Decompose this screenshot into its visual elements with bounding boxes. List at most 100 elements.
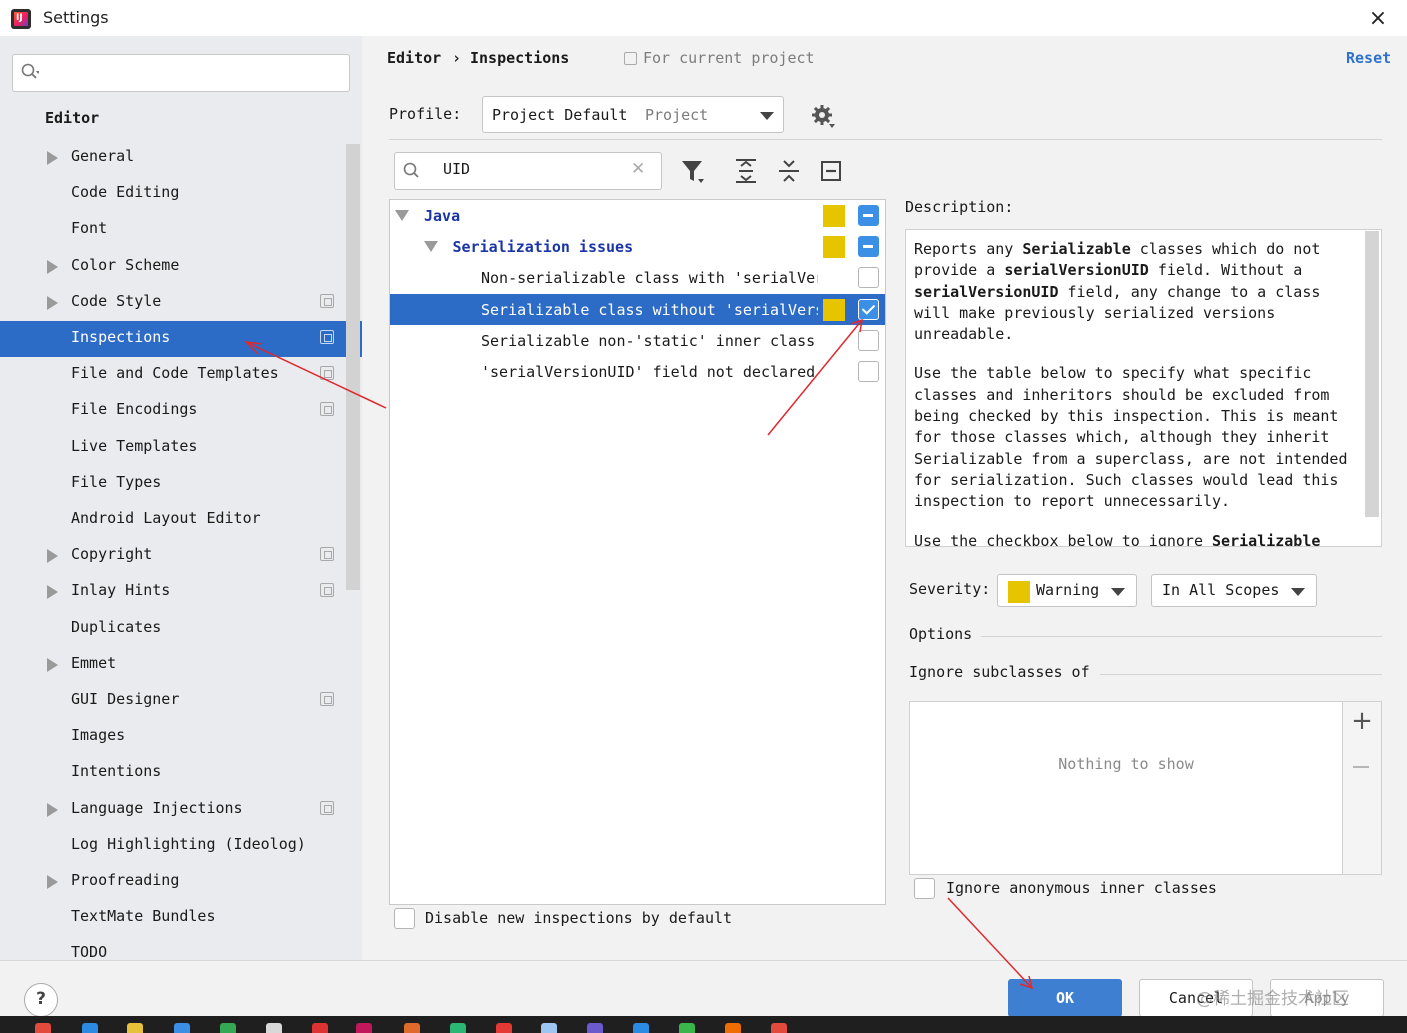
- sidebar-item[interactable]: Code Style: [0, 285, 362, 321]
- expand-arrow-icon[interactable]: [47, 875, 58, 889]
- app-taskbar-icon[interactable]: [725, 1023, 741, 1033]
- expand-arrow-icon[interactable]: [47, 802, 58, 817]
- disable-new-inspections-checkbox[interactable]: [394, 908, 415, 929]
- collapse-all-icon[interactable]: [776, 157, 802, 185]
- chrome-taskbar-icon[interactable]: [771, 1023, 787, 1033]
- messenger-taskbar-icon[interactable]: [174, 1023, 190, 1033]
- disable-new-inspections-label[interactable]: Disable new inspections by default: [425, 909, 732, 927]
- sidebar-scrollbar[interactable]: [346, 144, 360, 590]
- close-icon[interactable]: ×: [1367, 8, 1389, 30]
- inspection-enabled-checkbox[interactable]: [858, 361, 879, 382]
- reset-link[interactable]: Reset: [1346, 49, 1391, 67]
- expand-arrow-icon[interactable]: [47, 549, 58, 564]
- sidebar-item[interactable]: Inlay Hints: [0, 574, 362, 610]
- profile-select[interactable]: Project Default Project: [482, 96, 784, 133]
- sidebar-item[interactable]: General: [0, 140, 362, 176]
- add-icon[interactable]: +: [1351, 708, 1373, 734]
- app-taskbar-icon[interactable]: [220, 1023, 236, 1033]
- sidebar-item-label: Log Highlighting (Ideolog): [71, 834, 306, 853]
- sidebar-item[interactable]: Emmet: [0, 647, 362, 683]
- sidebar-item[interactable]: Images: [0, 719, 362, 755]
- sidebar-item[interactable]: Copyright: [0, 538, 362, 574]
- description-code-term: serialVersionUID: [914, 282, 1059, 301]
- settings-search-input[interactable]: [12, 54, 350, 92]
- collapse-arrow-icon[interactable]: [395, 210, 409, 221]
- app-taskbar-icon[interactable]: [496, 1023, 512, 1033]
- ok-button[interactable]: OK: [1008, 979, 1122, 1017]
- inspection-label: Java: [424, 207, 461, 225]
- expand-arrow-icon[interactable]: [47, 295, 58, 310]
- inspection-row[interactable]: Serialization issues: [390, 231, 885, 262]
- severity-value: Warning: [1036, 581, 1100, 599]
- ignore-anonymous-label[interactable]: Ignore anonymous inner classes: [946, 879, 1217, 897]
- intellij-taskbar-icon[interactable]: [356, 1023, 372, 1033]
- notes-taskbar-icon[interactable]: [127, 1023, 143, 1033]
- git-taskbar-icon[interactable]: [404, 1023, 420, 1033]
- sidebar-item[interactable]: Live Templates: [0, 430, 362, 466]
- inspection-filter-input[interactable]: UID ✕: [394, 152, 662, 190]
- remove-icon[interactable]: [1353, 766, 1369, 768]
- title-bar: Settings ×: [0, 0, 1407, 36]
- sidebar-item[interactable]: GUI Designer: [0, 683, 362, 719]
- expand-arrow-icon[interactable]: [47, 259, 58, 274]
- watermark: @稀土掘金技术社区: [1196, 989, 1349, 1009]
- inspection-row[interactable]: Java: [390, 200, 885, 231]
- chrome-taskbar-icon[interactable]: [35, 1023, 51, 1033]
- description-paragraph: Use the checkbox below to ignore Seriali…: [914, 531, 1354, 546]
- sidebar-item[interactable]: Android Layout Editor: [0, 502, 362, 538]
- header-divider: [389, 139, 1382, 140]
- inspection-enabled-checkbox[interactable]: [858, 298, 879, 320]
- severity-select[interactable]: Warning: [997, 574, 1137, 607]
- expand-arrow-icon[interactable]: [47, 585, 58, 600]
- inspection-enabled-checkbox[interactable]: [858, 267, 879, 289]
- empty-list-text: Nothing to show: [1058, 755, 1194, 773]
- options-divider: [981, 636, 1382, 637]
- inspection-enabled-checkbox[interactable]: [858, 205, 879, 226]
- sidebar-item[interactable]: File and Code Templates: [0, 357, 362, 393]
- breadcrumb-editor[interactable]: Editor: [387, 49, 441, 67]
- tool-taskbar-icon[interactable]: [450, 1023, 466, 1033]
- sidebar-item[interactable]: Code Editing: [0, 176, 362, 212]
- sidebar-item[interactable]: Intentions: [0, 755, 362, 791]
- ignore-anonymous-checkbox[interactable]: [914, 878, 935, 899]
- inspection-row[interactable]: Serializable class without 'serialVers: [390, 293, 885, 325]
- vscode-taskbar-icon[interactable]: [82, 1023, 98, 1033]
- inspection-row[interactable]: Serializable non-'static' inner class: [390, 325, 885, 356]
- inspection-row[interactable]: Non-serializable class with 'serialVer: [390, 262, 885, 293]
- filter-icon[interactable]: [680, 157, 706, 185]
- severity-color-swatch: [823, 298, 845, 321]
- app-taskbar-icon[interactable]: [679, 1023, 695, 1033]
- sidebar-item[interactable]: Font: [0, 212, 362, 248]
- expand-arrow-icon[interactable]: [47, 657, 58, 672]
- sidebar-item[interactable]: File Types: [0, 466, 362, 502]
- expand-all-icon[interactable]: [733, 157, 759, 185]
- sidebar-item[interactable]: TODO: [0, 936, 362, 960]
- inspection-enabled-checkbox[interactable]: [858, 329, 879, 351]
- breadcrumb-inspections: Inspections: [470, 49, 570, 67]
- sidebar-item[interactable]: Language Injections: [0, 792, 362, 828]
- collapse-arrow-icon[interactable]: [424, 241, 438, 253]
- app-taskbar-icon[interactable]: [587, 1023, 603, 1033]
- inspection-enabled-checkbox[interactable]: [858, 236, 879, 258]
- app-taskbar-icon[interactable]: [541, 1023, 557, 1033]
- expand-arrow-icon[interactable]: [47, 151, 58, 165]
- sidebar-heading-editor[interactable]: Editor: [45, 109, 99, 127]
- sidebar-item[interactable]: Inspections: [0, 321, 362, 357]
- description-scrollbar[interactable]: [1365, 231, 1379, 517]
- sidebar-item[interactable]: TextMate Bundles: [0, 900, 362, 936]
- sidebar-item[interactable]: Proofreading: [0, 864, 362, 900]
- sidebar-item[interactable]: Duplicates: [0, 611, 362, 647]
- gear-icon[interactable]: [810, 103, 836, 129]
- sidebar-item[interactable]: Color Scheme: [0, 249, 362, 285]
- reset-to-default-icon[interactable]: [818, 157, 844, 185]
- sidebar-item[interactable]: Log Highlighting (Ideolog): [0, 828, 362, 864]
- sidebar-item[interactable]: File Encodings: [0, 393, 362, 429]
- scope-select[interactable]: In All Scopes: [1151, 574, 1317, 607]
- ignore-subclasses-list[interactable]: Nothing to show: [909, 701, 1343, 875]
- editor-taskbar-icon[interactable]: [266, 1023, 282, 1033]
- inspection-row[interactable]: 'serialVersionUID' field not declared: [390, 356, 885, 387]
- help-button[interactable]: ?: [24, 983, 58, 1017]
- music-taskbar-icon[interactable]: [312, 1023, 328, 1033]
- clear-icon[interactable]: ✕: [631, 159, 645, 179]
- app-taskbar-icon[interactable]: [633, 1023, 649, 1033]
